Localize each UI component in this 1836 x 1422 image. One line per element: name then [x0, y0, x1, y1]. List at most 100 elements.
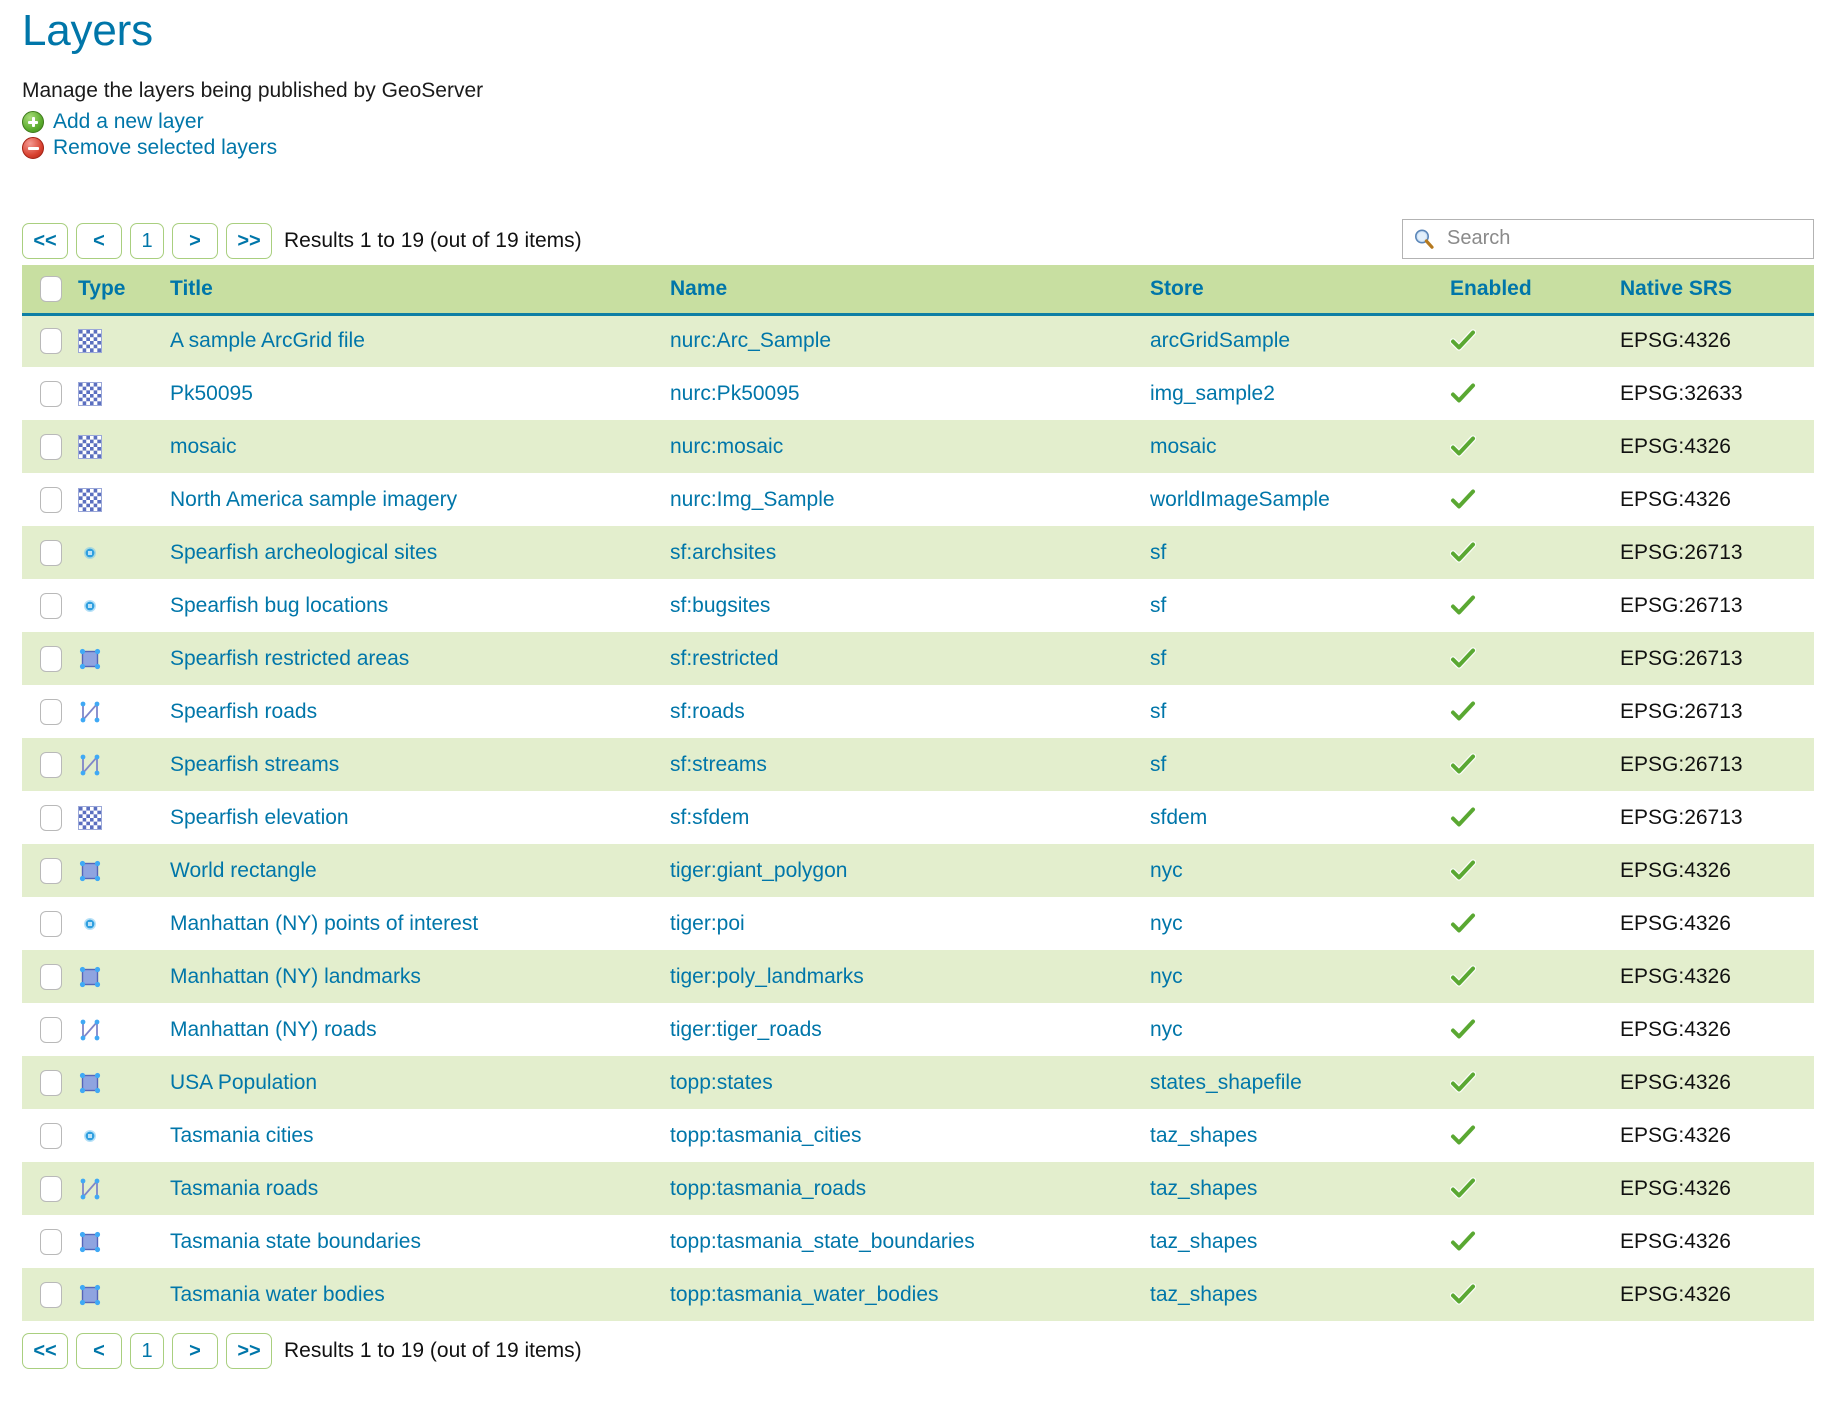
- next-page-button-bottom[interactable]: >: [172, 1333, 218, 1369]
- add-a-new-layer-action[interactable]: Add a new layer: [22, 111, 1814, 133]
- row-select-checkbox[interactable]: [40, 381, 62, 407]
- column-header-enabled[interactable]: Enabled: [1450, 265, 1620, 315]
- layer-store-link[interactable]: worldImageSample: [1150, 488, 1330, 511]
- layer-name-link[interactable]: sf:archsites: [670, 541, 776, 564]
- layer-title-link[interactable]: North America sample imagery: [170, 488, 457, 511]
- last-page-button-bottom[interactable]: >>: [226, 1333, 272, 1369]
- row-select-checkbox[interactable]: [40, 1229, 62, 1255]
- layer-title-link[interactable]: Spearfish streams: [170, 753, 339, 776]
- layer-store-link[interactable]: sfdem: [1150, 806, 1207, 829]
- next-page-button[interactable]: >: [172, 223, 218, 259]
- green-check-icon: [1450, 646, 1620, 672]
- page-1-button[interactable]: 1: [130, 223, 164, 259]
- layer-store-link[interactable]: img_sample2: [1150, 382, 1275, 405]
- layer-title-link[interactable]: Spearfish roads: [170, 700, 317, 723]
- layer-store-link[interactable]: taz_shapes: [1150, 1283, 1257, 1306]
- layer-store-link[interactable]: nyc: [1150, 912, 1183, 935]
- column-header-store[interactable]: Store: [1150, 265, 1450, 315]
- row-select-checkbox[interactable]: [40, 328, 62, 354]
- column-header-type[interactable]: Type: [78, 265, 170, 315]
- layer-store-link[interactable]: taz_shapes: [1150, 1230, 1257, 1253]
- row-select-checkbox[interactable]: [40, 699, 62, 725]
- layer-store-link[interactable]: arcGridSample: [1150, 329, 1290, 352]
- layer-name-link[interactable]: topp:tasmania_cities: [670, 1124, 861, 1147]
- layer-name-link[interactable]: topp:tasmania_roads: [670, 1177, 866, 1200]
- layer-title-link[interactable]: Spearfish elevation: [170, 806, 349, 829]
- column-header-title[interactable]: Title: [170, 265, 670, 315]
- first-page-button[interactable]: <<: [22, 223, 68, 259]
- column-header-native-srs[interactable]: Native SRS: [1620, 265, 1814, 315]
- row-select-checkbox[interactable]: [40, 1176, 62, 1202]
- layer-name-link[interactable]: sf:sfdem: [670, 806, 749, 829]
- layer-title-link[interactable]: Spearfish archeological sites: [170, 541, 437, 564]
- layer-store-link[interactable]: nyc: [1150, 1018, 1183, 1041]
- row-select-checkbox[interactable]: [40, 752, 62, 778]
- remove-selected-layers-link[interactable]: Remove selected layers: [53, 137, 277, 158]
- prev-page-button[interactable]: <: [76, 223, 122, 259]
- layer-name-link[interactable]: tiger:tiger_roads: [670, 1018, 822, 1041]
- column-header-name[interactable]: Name: [670, 265, 1150, 315]
- search-input[interactable]: [1445, 220, 1813, 258]
- layer-store-link[interactable]: sf: [1150, 647, 1166, 670]
- row-select-checkbox[interactable]: [40, 858, 62, 884]
- layer-store-link[interactable]: sf: [1150, 700, 1166, 723]
- layer-title-link[interactable]: mosaic: [170, 435, 237, 458]
- layer-store-link[interactable]: taz_shapes: [1150, 1124, 1257, 1147]
- layer-title-link[interactable]: Pk50095: [170, 382, 253, 405]
- row-select-checkbox[interactable]: [40, 646, 62, 672]
- row-select-checkbox[interactable]: [40, 1017, 62, 1043]
- layer-title-link[interactable]: Manhattan (NY) landmarks: [170, 965, 421, 988]
- layer-title-link[interactable]: Tasmania cities: [170, 1124, 314, 1147]
- layer-store-link[interactable]: states_shapefile: [1150, 1071, 1302, 1094]
- search-box[interactable]: [1402, 219, 1814, 259]
- layer-title-link[interactable]: Spearfish bug locations: [170, 594, 388, 617]
- row-select-checkbox[interactable]: [40, 1070, 62, 1096]
- last-page-button[interactable]: >>: [226, 223, 272, 259]
- layer-name-link[interactable]: nurc:Arc_Sample: [670, 329, 831, 352]
- remove-selected-layers-action[interactable]: Remove selected layers: [22, 137, 1814, 159]
- row-select-checkbox[interactable]: [40, 540, 62, 566]
- layer-store-link[interactable]: mosaic: [1150, 435, 1217, 458]
- layer-name-link[interactable]: nurc:Pk50095: [670, 382, 800, 405]
- row-select-checkbox[interactable]: [40, 911, 62, 937]
- layer-name-link[interactable]: nurc:mosaic: [670, 435, 783, 458]
- row-select-checkbox[interactable]: [40, 434, 62, 460]
- layer-title-link[interactable]: Spearfish restricted areas: [170, 647, 409, 670]
- layer-title-link[interactable]: Tasmania water bodies: [170, 1283, 385, 1306]
- layer-name-link[interactable]: tiger:poi: [670, 912, 745, 935]
- row-select-checkbox[interactable]: [40, 1282, 62, 1308]
- layer-title-link[interactable]: A sample ArcGrid file: [170, 329, 365, 352]
- layer-title-link[interactable]: Tasmania roads: [170, 1177, 318, 1200]
- layer-name-link[interactable]: tiger:giant_polygon: [670, 859, 847, 882]
- layer-name-link[interactable]: tiger:poly_landmarks: [670, 965, 864, 988]
- row-select-checkbox[interactable]: [40, 805, 62, 831]
- layer-store-link[interactable]: sf: [1150, 594, 1166, 617]
- row-select-checkbox[interactable]: [40, 593, 62, 619]
- layer-store-link[interactable]: nyc: [1150, 859, 1183, 882]
- layer-name-link[interactable]: topp:tasmania_water_bodies: [670, 1283, 939, 1306]
- layer-store-link[interactable]: nyc: [1150, 965, 1183, 988]
- page-1-button-bottom[interactable]: 1: [130, 1333, 164, 1369]
- layer-store-link[interactable]: sf: [1150, 753, 1166, 776]
- layer-name-link[interactable]: nurc:Img_Sample: [670, 488, 835, 511]
- layer-store-link[interactable]: taz_shapes: [1150, 1177, 1257, 1200]
- row-select-checkbox[interactable]: [40, 487, 62, 513]
- layer-name-link[interactable]: sf:bugsites: [670, 594, 770, 617]
- layer-store-link[interactable]: sf: [1150, 541, 1166, 564]
- layer-title-link[interactable]: Tasmania state boundaries: [170, 1230, 421, 1253]
- layer-name-link[interactable]: topp:tasmania_state_boundaries: [670, 1230, 975, 1253]
- row-select-checkbox[interactable]: [40, 1123, 62, 1149]
- layer-name-link[interactable]: sf:roads: [670, 700, 745, 723]
- layer-title-link[interactable]: World rectangle: [170, 859, 317, 882]
- row-select-checkbox[interactable]: [40, 964, 62, 990]
- select-all-checkbox[interactable]: [40, 276, 62, 302]
- layer-title-link[interactable]: Manhattan (NY) roads: [170, 1018, 377, 1041]
- layer-name-link[interactable]: topp:states: [670, 1071, 773, 1094]
- layer-title-link[interactable]: USA Population: [170, 1071, 317, 1094]
- layer-title-link[interactable]: Manhattan (NY) points of interest: [170, 912, 478, 935]
- layer-name-link[interactable]: sf:restricted: [670, 647, 779, 670]
- first-page-button-bottom[interactable]: <<: [22, 1333, 68, 1369]
- layer-name-link[interactable]: sf:streams: [670, 753, 767, 776]
- add-a-new-layer-link[interactable]: Add a new layer: [53, 111, 204, 132]
- prev-page-button-bottom[interactable]: <: [76, 1333, 122, 1369]
